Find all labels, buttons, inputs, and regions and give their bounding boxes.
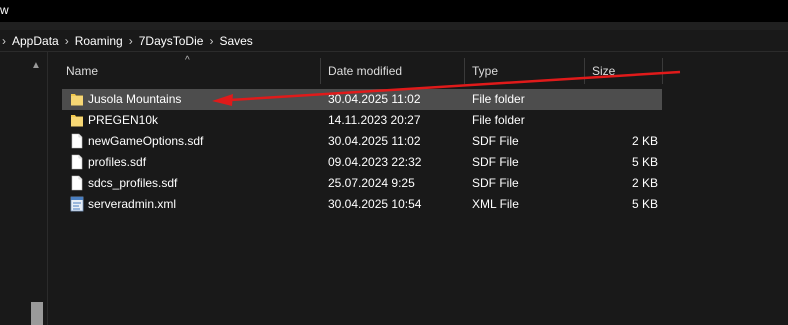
annotation-arrow bbox=[212, 70, 681, 106]
annotation-arrow-head bbox=[212, 94, 233, 106]
annotation-arrow-line bbox=[229, 70, 681, 102]
